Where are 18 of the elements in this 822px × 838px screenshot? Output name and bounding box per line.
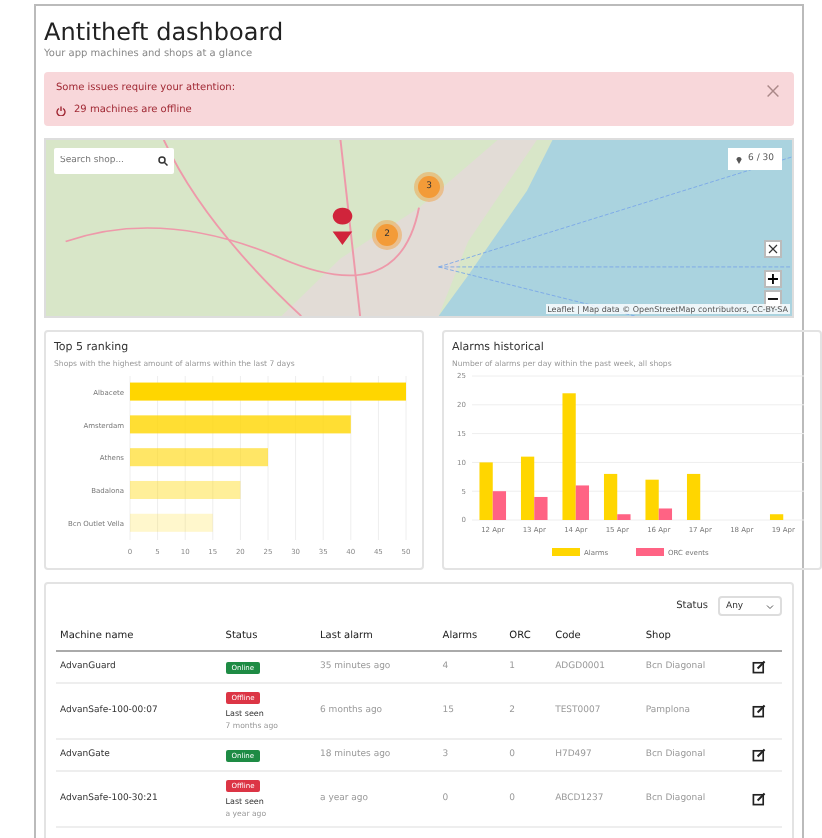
legend-swatch bbox=[552, 548, 580, 556]
fullscreen-button[interactable] bbox=[764, 240, 782, 258]
edit-button[interactable] bbox=[751, 748, 766, 762]
search-icon bbox=[158, 156, 168, 166]
chevron-down-icon bbox=[766, 603, 774, 609]
edit-button[interactable] bbox=[751, 792, 766, 806]
alarm-bar bbox=[686, 473, 701, 520]
ranking-bar bbox=[130, 448, 268, 467]
ranking-bar bbox=[130, 513, 213, 532]
legend-swatch bbox=[636, 548, 664, 556]
ranking-bar bbox=[130, 480, 241, 499]
edit-button[interactable] bbox=[751, 704, 766, 718]
alarm-bar bbox=[769, 514, 784, 520]
zoom-in-button[interactable]: + bbox=[764, 270, 782, 288]
power-icon bbox=[56, 105, 66, 115]
pin-icon bbox=[736, 155, 743, 163]
edit-button[interactable] bbox=[751, 660, 766, 674]
page-title: Antitheft dashboard bbox=[44, 18, 286, 46]
